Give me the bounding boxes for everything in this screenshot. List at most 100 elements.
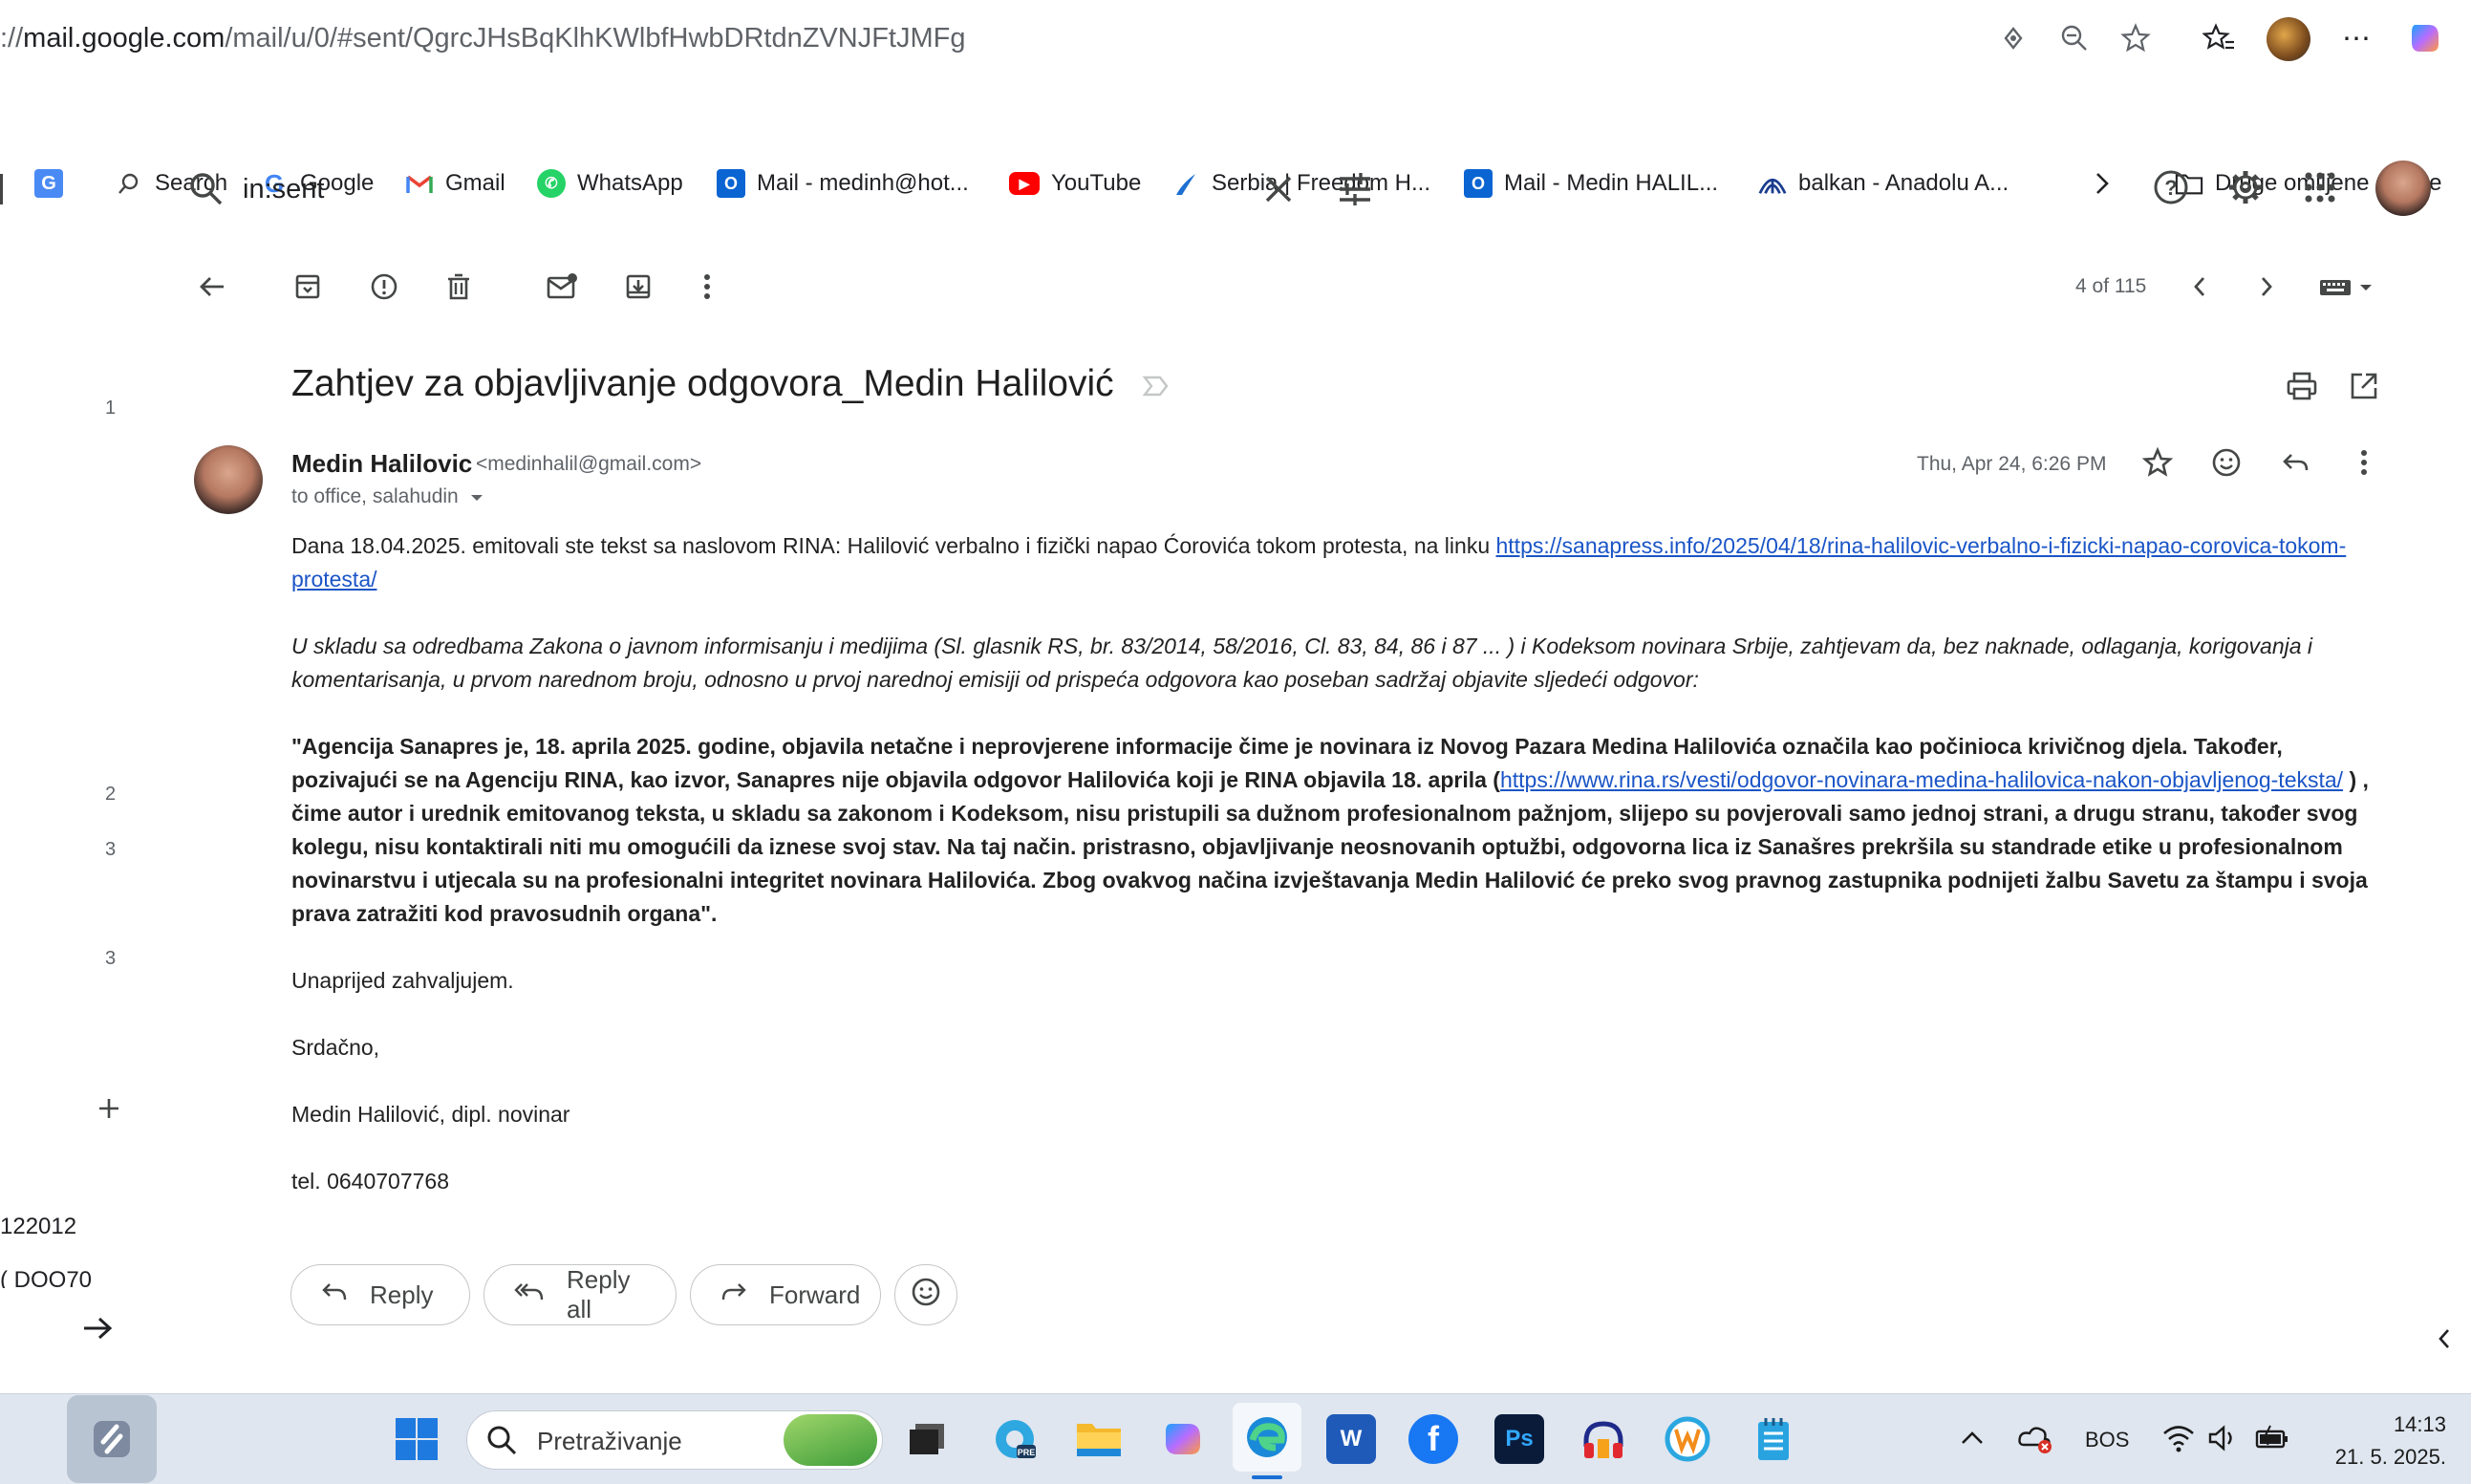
archive-icon[interactable] [289, 268, 327, 306]
word-icon[interactable]: W [1326, 1414, 1376, 1464]
email-date: Thu, Apr 24, 6:26 PM [1917, 453, 2107, 475]
nav-count: 1 [105, 398, 117, 419]
search-options-icon[interactable] [1336, 170, 1374, 213]
back-arrow-icon[interactable] [193, 268, 231, 306]
favorites-list-icon[interactable] [2200, 19, 2238, 57]
reply-icon[interactable] [2280, 447, 2310, 483]
nav-arrow-right-icon[interactable] [80, 1313, 115, 1348]
gmail-header: ? [0, 153, 2471, 226]
body-paragraph-2: U skladu sa odredbama Zakona o javnom in… [291, 634, 2313, 692]
url-prefix: :// [0, 23, 24, 54]
more-menu-icon[interactable]: ⋯ [2337, 19, 2375, 57]
menu-edge [0, 174, 3, 204]
help-icon[interactable]: ? [2152, 168, 2190, 211]
message-more-icon[interactable] [2349, 447, 2379, 483]
edge-browser-icon[interactable] [1233, 1403, 1301, 1472]
facebook-icon[interactable]: f [1408, 1414, 1458, 1464]
rina-link[interactable]: https://www.rina.rs/vesti/odgovor-novina… [1500, 767, 2343, 792]
importance-marker-icon[interactable] [1141, 365, 1170, 407]
clear-search-icon[interactable] [1259, 170, 1298, 213]
create-label-plus-icon[interactable] [94, 1093, 124, 1129]
account-avatar[interactable] [2375, 161, 2431, 216]
system-clock[interactable]: 14:13 21. 5. 2025. [2312, 1409, 2446, 1473]
nav-label[interactable]: ( DOO70 [0, 1267, 92, 1288]
taskbar-search-placeholder: Pretraživanje [537, 1427, 682, 1455]
side-panel-chevron-icon[interactable] [2437, 1326, 2452, 1356]
delete-trash-icon[interactable] [440, 268, 478, 306]
copilot-icon[interactable] [2406, 19, 2444, 57]
recipients-line[interactable]: to office, salahudin [291, 485, 483, 508]
sender-email: <medinhalil@gmail.com> [476, 453, 702, 475]
wifi-icon[interactable] [2161, 1424, 2196, 1457]
sender-name: Medin Halilovic [291, 449, 473, 478]
reply-button[interactable]: Reply [290, 1264, 470, 1325]
reply-all-button[interactable]: Reply all [483, 1264, 677, 1325]
windows-start-icon[interactable] [392, 1414, 441, 1464]
report-spam-icon[interactable] [365, 268, 403, 306]
favorite-star-icon[interactable] [2116, 19, 2155, 57]
file-explorer-icon[interactable] [1074, 1414, 1124, 1464]
nav-count: 3 [105, 948, 117, 969]
more-actions-icon[interactable] [688, 268, 726, 306]
url-host: mail.google.com [23, 23, 226, 54]
newer-chevron-icon[interactable] [2181, 268, 2219, 306]
older-chevron-icon[interactable] [2247, 268, 2286, 306]
body-thanks: Unaprijed zahvaljujem. [291, 968, 514, 993]
email-subject: Zahtjev za objavljivanje odgovora_Medin … [291, 363, 1170, 407]
svg-text:PRE: PRE [1018, 1448, 1036, 1457]
audio-app-icon[interactable] [1579, 1414, 1628, 1464]
notepad-icon[interactable] [1749, 1414, 1798, 1464]
svg-text:?: ? [2164, 176, 2177, 200]
apps-grid-icon[interactable] [2303, 170, 2337, 209]
photoshop-icon[interactable]: Ps [1494, 1414, 1544, 1464]
tracking-prevention-icon[interactable] [1994, 19, 2032, 57]
url-path: /mail/u/0/#sent/QgrcJHsBqKlhKWlbfHwbDRtd… [225, 23, 966, 54]
news-app-icon[interactable] [1663, 1414, 1712, 1464]
add-reaction-icon[interactable] [2211, 447, 2242, 483]
pagination-count: 4 of 115 [2075, 275, 2147, 297]
nav-label[interactable]: 122012 [0, 1214, 76, 1240]
show-hidden-icons-chevron-icon[interactable] [1959, 1426, 1986, 1453]
email-body: Dana 18.04.2025. emitovali ste tekst sa … [291, 529, 2394, 1232]
search-highlight-image [784, 1414, 877, 1466]
clock-time: 14:13 [2393, 1412, 2446, 1436]
volume-icon[interactable] [2207, 1424, 2240, 1457]
forward-icon [720, 1280, 748, 1310]
sender-avatar[interactable] [194, 445, 263, 514]
onedrive-error-icon[interactable] [2016, 1422, 2054, 1459]
zoom-out-icon[interactable] [2055, 19, 2094, 57]
show-details-caret-icon[interactable] [470, 485, 483, 508]
star-icon[interactable] [2141, 446, 2174, 483]
battery-icon[interactable] [2253, 1424, 2291, 1457]
mark-unread-icon[interactable] [543, 268, 581, 306]
print-icon[interactable] [2286, 371, 2318, 406]
reply-icon [320, 1280, 349, 1310]
copilot-app-icon[interactable] [1158, 1414, 1208, 1464]
nav-count: 3 [105, 839, 117, 860]
task-view-icon[interactable] [902, 1414, 952, 1464]
forward-button[interactable]: Forward [690, 1264, 881, 1325]
clock-date: 21. 5. 2025. [2334, 1445, 2446, 1469]
emoji-reaction-button[interactable] [894, 1264, 957, 1325]
emoji-icon [911, 1277, 941, 1314]
search-input[interactable]: in:sent [243, 174, 324, 205]
input-tools-keyboard-icon[interactable] [2314, 268, 2381, 306]
open-new-window-icon[interactable] [2349, 371, 2379, 406]
url-field[interactable]: ://mail.google.com/mail/u/0/#sent/QgrcJH… [0, 23, 965, 54]
edge-preview-icon[interactable]: PRE [990, 1414, 1040, 1464]
body-phone: tel. 0640707768 [291, 1169, 449, 1194]
search-icon[interactable] [187, 170, 226, 213]
widget-app-icon[interactable] [67, 1395, 157, 1483]
subject-text: Zahtjev za objavljivanje odgovora_Medin … [291, 363, 1114, 404]
body-closing: Srdačno, [291, 1035, 380, 1060]
profile-avatar[interactable] [2267, 17, 2310, 61]
move-to-icon[interactable] [619, 268, 657, 306]
reply-all-icon [513, 1280, 546, 1310]
body-signature: Medin Halilović, dipl. novinar [291, 1102, 570, 1127]
input-language[interactable]: BOS [2085, 1428, 2129, 1452]
browser-address-bar: ://mail.google.com/mail/u/0/#sent/QgrcJH… [0, 0, 2471, 78]
body-paragraph-1: Dana 18.04.2025. emitovali ste tekst sa … [291, 533, 2347, 591]
nav-count: 2 [105, 784, 117, 805]
active-app-indicator [1252, 1475, 1282, 1479]
settings-gear-icon[interactable] [2226, 168, 2265, 211]
